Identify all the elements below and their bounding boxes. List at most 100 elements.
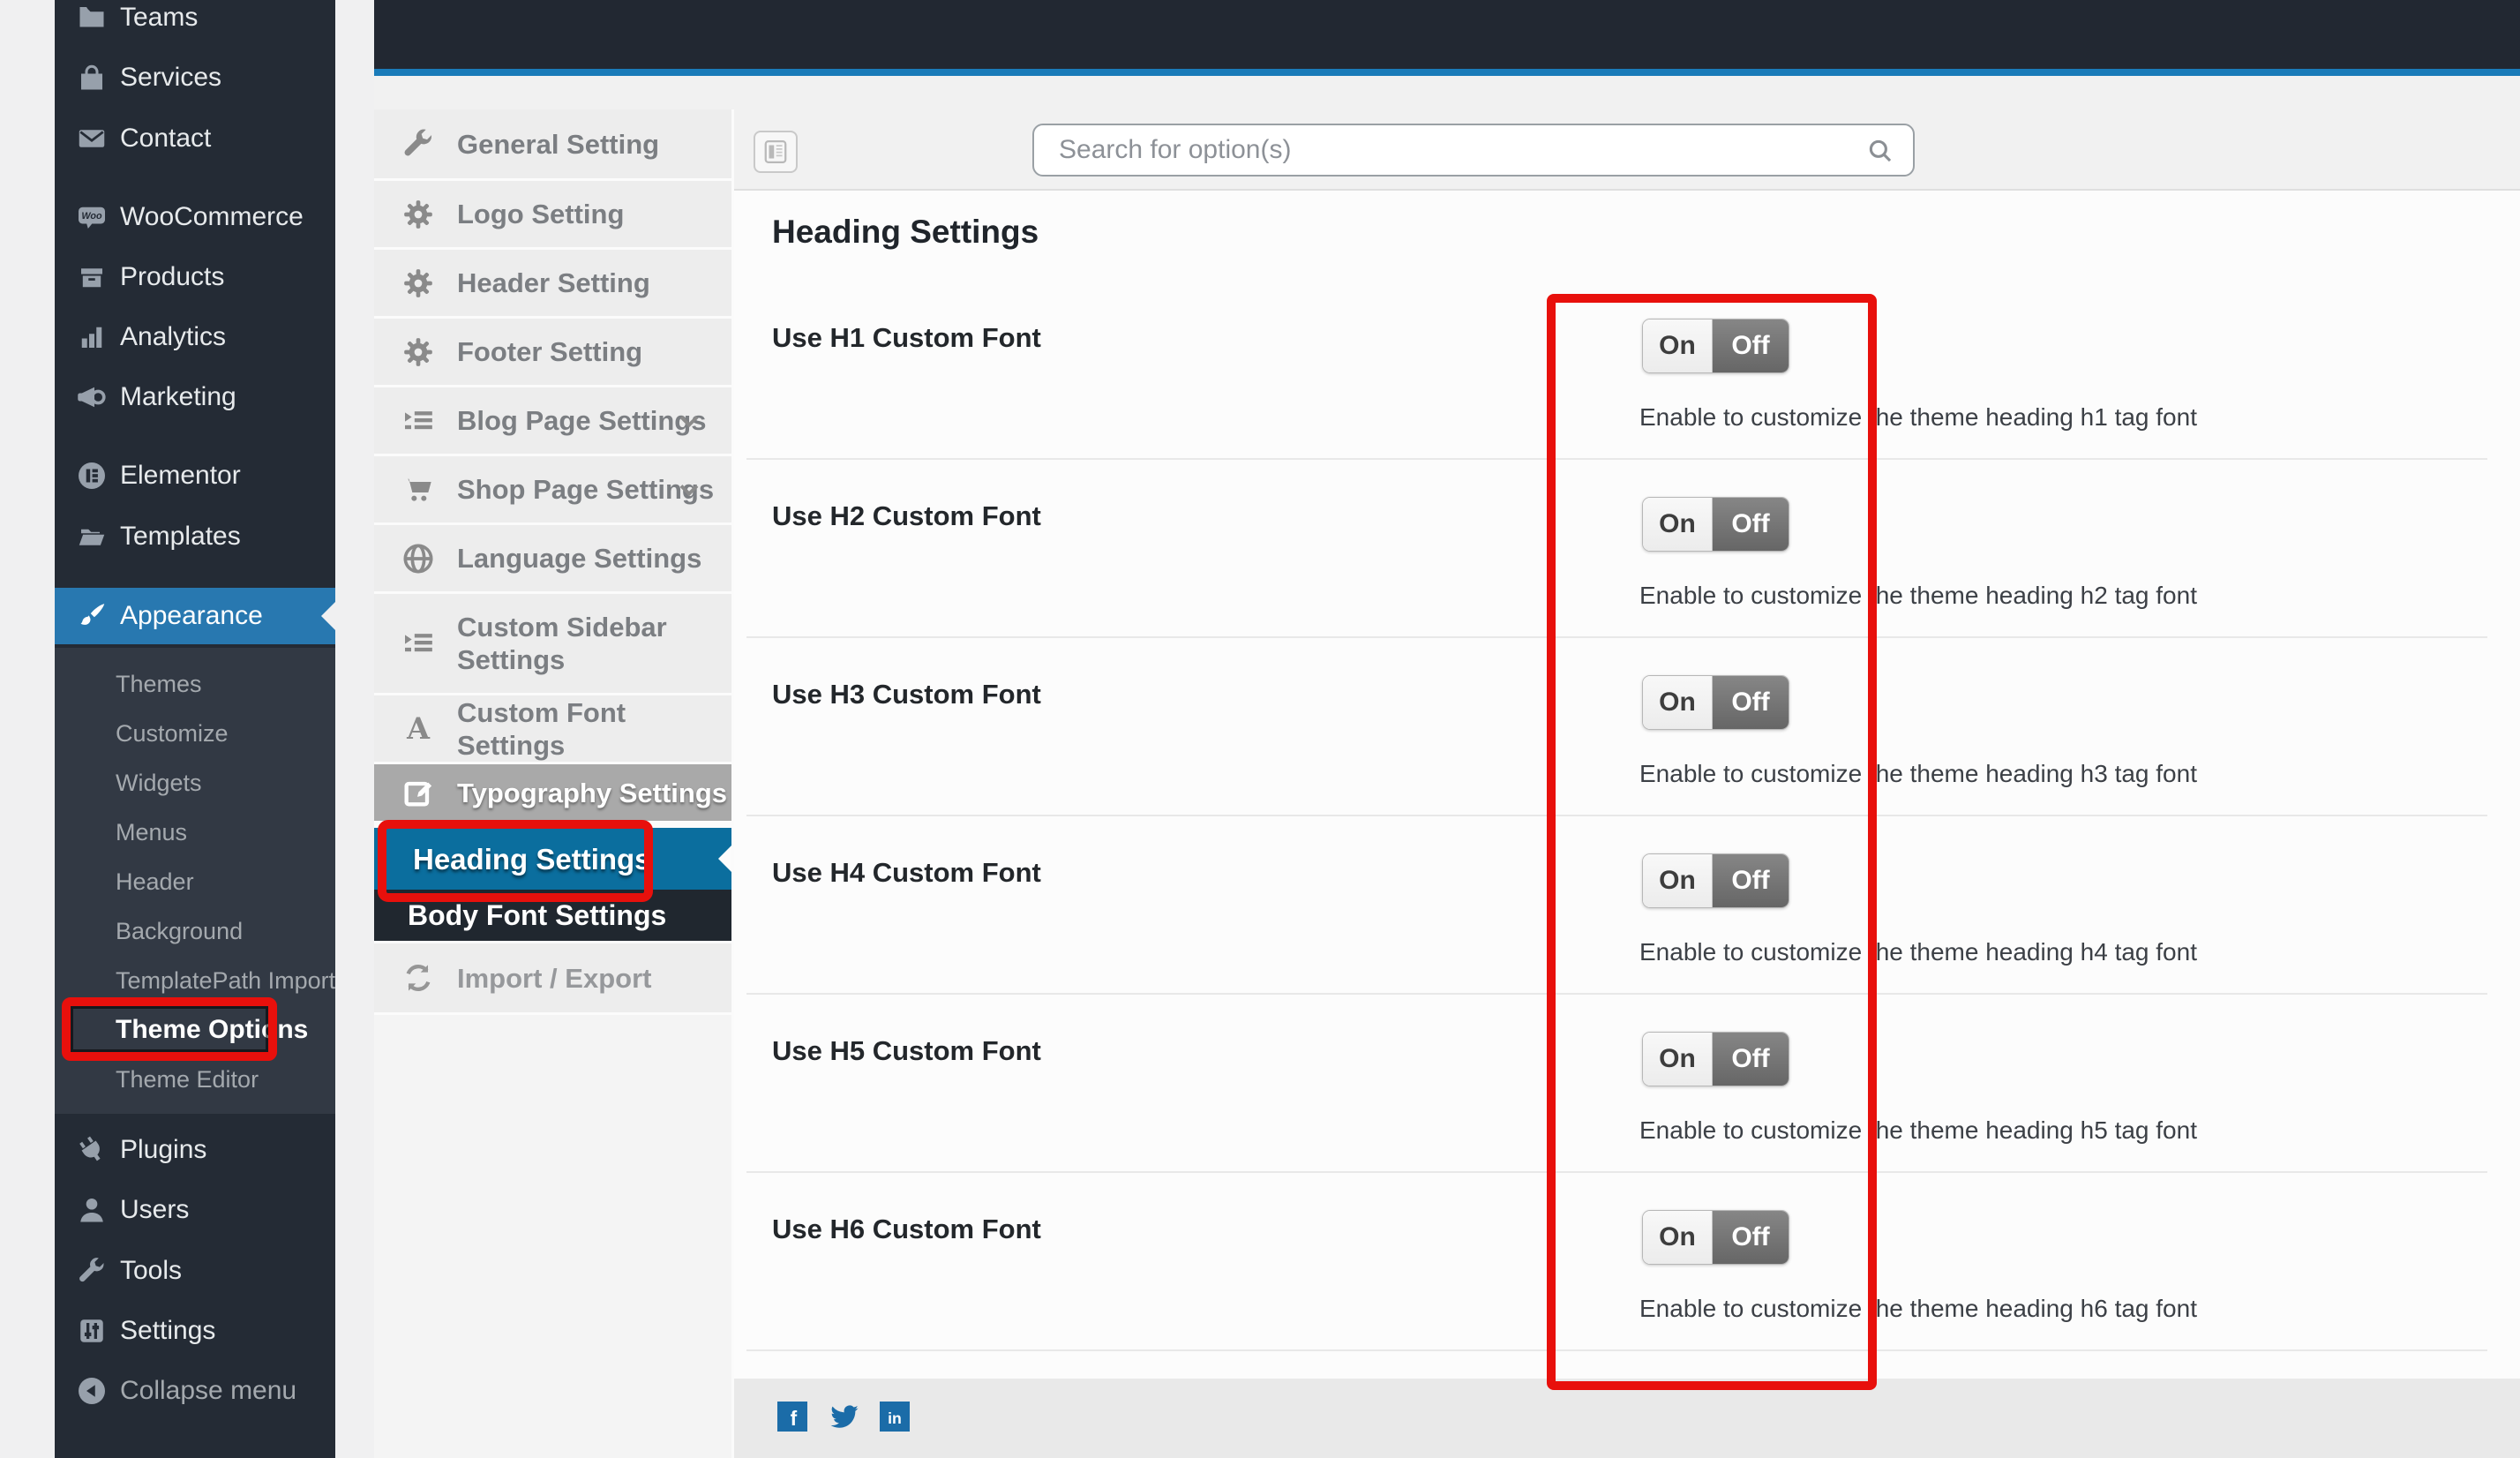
- sidebar-item-label: Settings: [120, 1316, 215, 1346]
- folder-open-icon: [76, 521, 108, 552]
- gear-icon: [401, 266, 436, 301]
- option-label: Use H5 Custom Font: [772, 1035, 1041, 1067]
- toggle-on-button[interactable]: On: [1643, 676, 1713, 729]
- sidebar-item-label: Elementor: [120, 461, 241, 491]
- nav-item-label: Import / Export: [457, 962, 651, 995]
- nav-item-typography-settings[interactable]: Typography Settings: [374, 764, 731, 821]
- sidebar-item-woocommerce[interactable]: Woo WooCommerce: [55, 190, 335, 244]
- submenu-item-customize[interactable]: Customize: [116, 712, 229, 755]
- sidebar-item-templates[interactable]: Templates: [55, 509, 335, 564]
- nav-item-shop-page-settings[interactable]: Shop Page Settings: [374, 456, 731, 522]
- nav-item-body-font-settings[interactable]: Body Font Settings: [374, 890, 731, 941]
- toggle-off-button[interactable]: Off: [1713, 319, 1789, 372]
- submenu-item-templatepath-import[interactable]: TemplatePath Import: [116, 959, 335, 1002]
- sidebar-item-products[interactable]: Products: [55, 250, 335, 304]
- nav-item-logo-setting[interactable]: Logo Setting: [374, 181, 731, 247]
- facebook-icon[interactable]: f: [777, 1402, 807, 1432]
- search-input[interactable]: [1032, 124, 1915, 177]
- sidebar-item-teams[interactable]: Teams: [55, 0, 335, 45]
- envelope-icon: [76, 123, 108, 154]
- search-band: [734, 109, 2520, 191]
- nav-item-custom-sidebar-settings[interactable]: Custom Sidebar Settings: [374, 594, 731, 693]
- option-help-text: Enable to customize the theme heading h3…: [1639, 760, 2197, 788]
- toggle-off-button[interactable]: Off: [1713, 1211, 1789, 1264]
- sidebar-item-tools[interactable]: Tools: [55, 1244, 335, 1298]
- option-help-text: Enable to customize the theme heading h4…: [1639, 938, 2197, 966]
- sidebar-item-elementor[interactable]: Elementor: [55, 448, 335, 503]
- sidebar-item-label: Marketing: [120, 382, 236, 412]
- nav-item-label: Logo Setting: [457, 198, 624, 230]
- indent-list-icon: [401, 403, 436, 439]
- nav-item-custom-font-settings[interactable]: A Custom Font Settings: [374, 695, 731, 762]
- submenu-item-background[interactable]: Background: [116, 910, 243, 952]
- nav-item-footer-setting[interactable]: Footer Setting: [374, 319, 731, 385]
- theme-options-nav: General Setting Logo Setting Header Sett…: [374, 109, 731, 1458]
- svg-text:f: f: [791, 1407, 798, 1430]
- toggle-off-button[interactable]: Off: [1713, 854, 1789, 907]
- sidebar-item-settings[interactable]: Settings: [55, 1304, 335, 1358]
- nav-item-general-setting[interactable]: General Setting: [374, 109, 731, 178]
- chevron-down-icon[interactable]: [673, 474, 705, 506]
- sidebar-item-label: Contact: [120, 124, 211, 154]
- nav-item-header-setting[interactable]: Header Setting: [374, 250, 731, 316]
- sidebar-item-plugins[interactable]: Plugins: [55, 1123, 335, 1177]
- toggle-on-button[interactable]: On: [1643, 1033, 1713, 1086]
- nav-item-label: Typography Settings: [457, 777, 727, 809]
- nav-item-heading-settings[interactable]: Heading Settings: [374, 828, 731, 890]
- twitter-icon[interactable]: [829, 1402, 859, 1432]
- screen: Teams Services Contact Woo WooCommerce P…: [0, 0, 2520, 1458]
- toggle-on-button[interactable]: On: [1643, 854, 1713, 907]
- megaphone-icon: [76, 381, 108, 413]
- submenu-label: Theme Editor: [116, 1066, 259, 1094]
- svg-text:A: A: [406, 711, 431, 746]
- toggle-off-button[interactable]: Off: [1713, 498, 1789, 551]
- wrench-icon: [401, 126, 436, 162]
- h6-toggle[interactable]: On Off: [1642, 1210, 1789, 1265]
- h5-toggle[interactable]: On Off: [1642, 1032, 1789, 1086]
- toggle-on-button[interactable]: On: [1643, 319, 1713, 372]
- nav-item-language-settings[interactable]: Language Settings: [374, 525, 731, 591]
- nav-item-import-export[interactable]: Import / Export: [374, 943, 731, 1012]
- option-row-h5: Use H5 Custom Font On Off Enable to cust…: [746, 993, 2487, 1173]
- sidebar-item-services[interactable]: Services: [55, 50, 335, 105]
- sidebar-item-marketing[interactable]: Marketing: [55, 370, 335, 425]
- option-row-h6: Use H6 Custom Font On Off Enable to cust…: [746, 1171, 2487, 1351]
- indent-list-icon: [401, 626, 436, 661]
- submenu-item-theme-options[interactable]: Theme Options: [116, 1009, 308, 1051]
- toggle-off-button[interactable]: Off: [1713, 676, 1789, 729]
- option-label: Use H6 Custom Font: [772, 1214, 1041, 1245]
- submenu-item-header[interactable]: Header: [116, 861, 194, 903]
- h1-toggle[interactable]: On Off: [1642, 319, 1789, 373]
- paintbrush-icon: [76, 600, 108, 632]
- h3-toggle[interactable]: On Off: [1642, 675, 1789, 730]
- option-help-text: Enable to customize the theme heading h5…: [1639, 1116, 2197, 1145]
- sidebar-item-users[interactable]: Users: [55, 1183, 335, 1237]
- main-panel: Heading Settings Use H1 Custom Font On O…: [731, 109, 2520, 1458]
- linkedin-icon[interactable]: in: [880, 1402, 910, 1432]
- sidebar-item-label: Tools: [120, 1256, 182, 1286]
- nav-item-label: Body Font Settings: [408, 899, 666, 932]
- letter-a-icon: A: [401, 711, 436, 747]
- submenu-item-menus[interactable]: Menus: [116, 811, 187, 853]
- option-help-text: Enable to customize the theme heading h2…: [1639, 582, 2197, 610]
- cart-icon: [401, 472, 436, 507]
- panel-toggle-button[interactable]: [754, 131, 798, 173]
- submenu-item-theme-editor[interactable]: Theme Editor: [116, 1058, 259, 1101]
- option-label: Use H3 Custom Font: [772, 679, 1041, 710]
- nav-item-blog-page-settings[interactable]: Blog Page Settings: [374, 387, 731, 454]
- submenu-item-themes[interactable]: Themes: [116, 663, 202, 705]
- submenu-item-widgets[interactable]: Widgets: [116, 762, 202, 804]
- h4-toggle[interactable]: On Off: [1642, 853, 1789, 908]
- toggle-on-button[interactable]: On: [1643, 1211, 1713, 1264]
- sidebar-item-appearance[interactable]: Appearance: [55, 588, 335, 644]
- toggle-on-button[interactable]: On: [1643, 498, 1713, 551]
- collapse-menu-button[interactable]: Collapse menu: [55, 1364, 335, 1418]
- sidebar-item-analytics[interactable]: Analytics: [55, 310, 335, 364]
- sidebar-item-contact[interactable]: Contact: [55, 111, 335, 166]
- chevron-down-icon[interactable]: [673, 405, 705, 437]
- toggle-off-button[interactable]: Off: [1713, 1033, 1789, 1086]
- h2-toggle[interactable]: On Off: [1642, 497, 1789, 552]
- sidebar-item-label: Collapse menu: [120, 1376, 296, 1406]
- submenu-label: Themes: [116, 671, 202, 698]
- top-dark-bar: [374, 0, 2520, 69]
